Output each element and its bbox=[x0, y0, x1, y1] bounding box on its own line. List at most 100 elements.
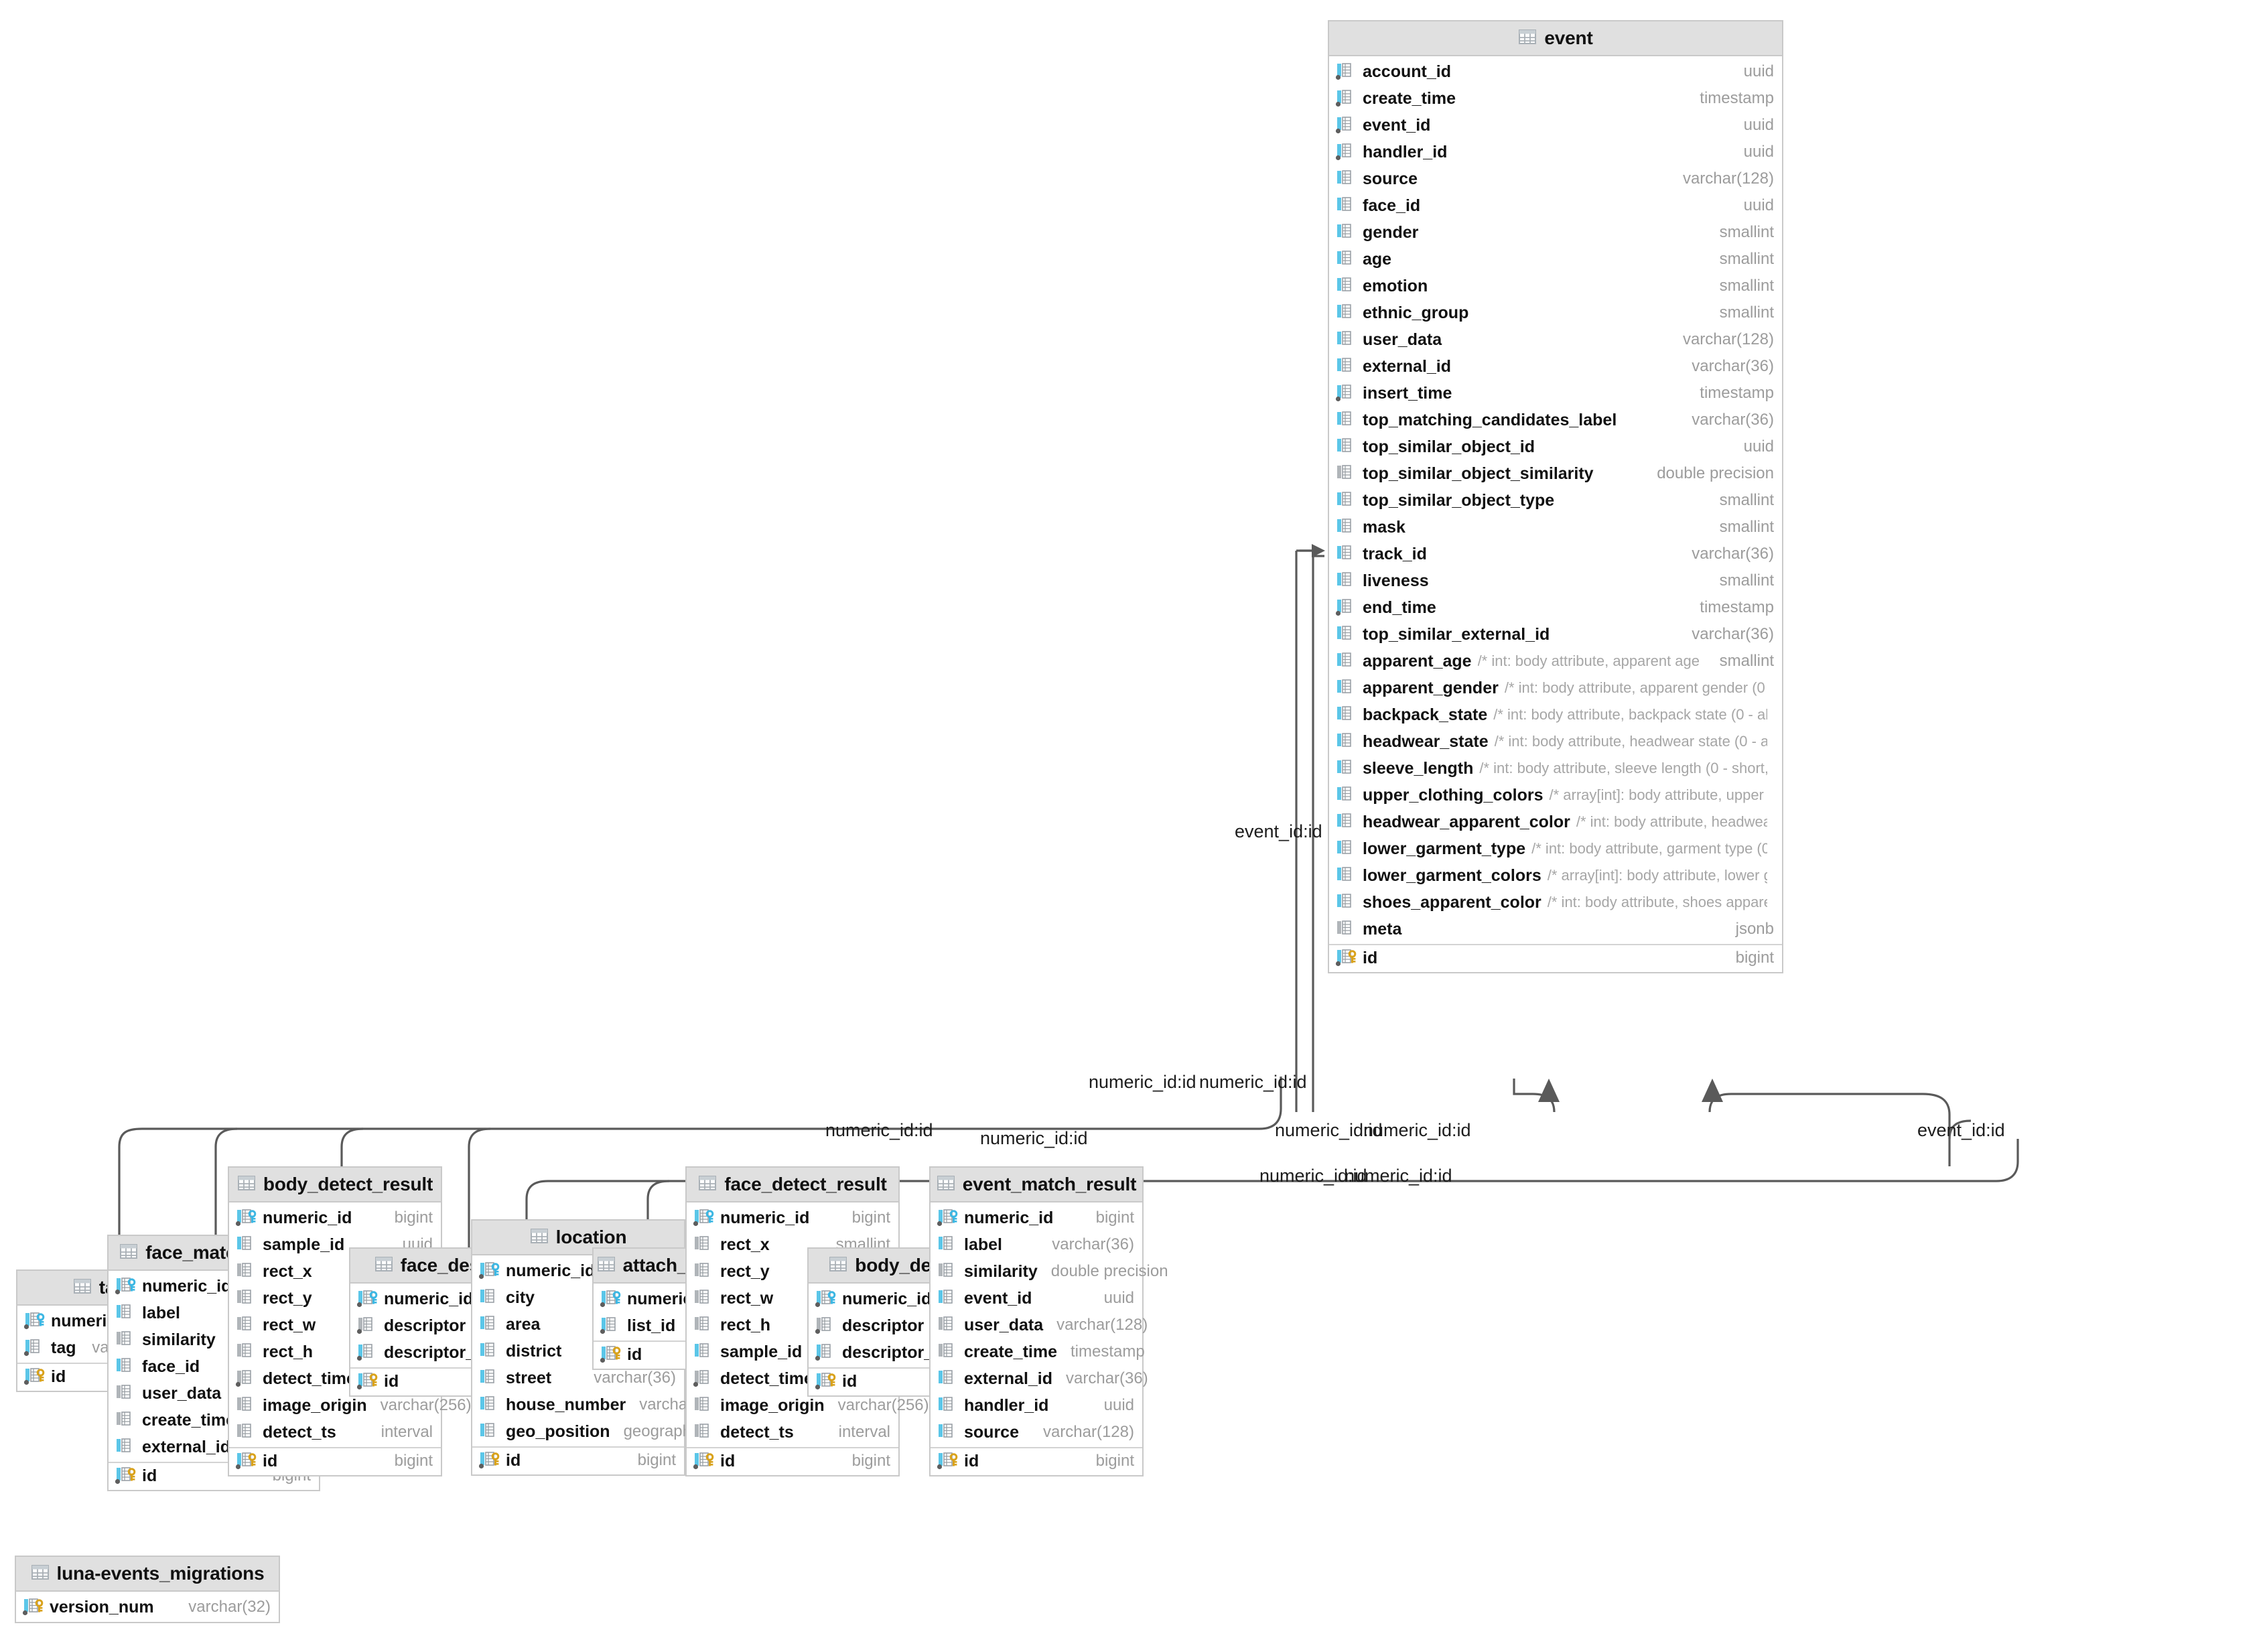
column-row[interactable]: liveness smallint bbox=[1329, 567, 1782, 594]
table-event_match_result[interactable]: event_match_result numeric_id bigint label v… bbox=[929, 1166, 1168, 1476]
column-row[interactable]: end_time timestamp bbox=[1329, 594, 1782, 621]
column-row[interactable]: top_matching_candidates_label varchar(36) bbox=[1329, 407, 1782, 433]
column-row[interactable]: label varchar(36) bbox=[931, 1231, 1142, 1258]
column-row[interactable]: id bigint bbox=[472, 1446, 684, 1473]
column-type: varchar(256) bbox=[837, 1396, 929, 1414]
column-row[interactable]: mask smallint bbox=[1329, 514, 1782, 541]
column-name: headwear_apparent_color bbox=[1363, 812, 1570, 831]
column-row[interactable]: numeric_id bigint bbox=[931, 1204, 1142, 1231]
column-name: rect_y bbox=[263, 1288, 312, 1308]
column-row[interactable]: age smallint bbox=[1329, 246, 1782, 273]
column-row[interactable]: numeric_id bigint bbox=[229, 1204, 441, 1231]
column-row[interactable]: house_number varchar(36) bbox=[472, 1391, 722, 1418]
column-row[interactable]: create_time timestamp bbox=[931, 1338, 1145, 1365]
column-icon bbox=[937, 1395, 959, 1416]
column-type: varchar(36) bbox=[1692, 625, 1774, 643]
column-row[interactable]: handler_id uuid bbox=[931, 1392, 1142, 1419]
column-row[interactable]: account_id uuid bbox=[1329, 58, 1782, 85]
column-row[interactable]: id bigint bbox=[931, 1447, 1142, 1474]
column-row[interactable]: external_id varchar(36) bbox=[1329, 353, 1782, 380]
column-row[interactable]: apparent_gender /* int: body attribute, a… bbox=[1329, 675, 1782, 701]
column-row[interactable]: handler_id uuid bbox=[1329, 139, 1782, 165]
table-header-event[interactable]: event bbox=[1329, 21, 1782, 56]
column-row[interactable]: insert_time timestamp bbox=[1329, 380, 1782, 407]
primary-key-icon bbox=[1335, 948, 1358, 968]
column-type: uuid bbox=[1103, 1289, 1134, 1307]
column-row[interactable]: id bigint bbox=[687, 1447, 898, 1474]
column-row[interactable]: lower_garment_colors /* array[int]: body … bbox=[1329, 862, 1782, 889]
column-icon bbox=[115, 1357, 137, 1377]
column-row[interactable]: headwear_apparent_color /* int: body attr… bbox=[1329, 809, 1782, 835]
column-type: smallint bbox=[1719, 571, 1774, 590]
column-row[interactable]: user_data varchar(128) bbox=[1329, 326, 1782, 353]
foreign-key-icon bbox=[23, 1311, 46, 1331]
column-row[interactable]: source varchar(128) bbox=[931, 1419, 1142, 1446]
column-row[interactable]: shoes_apparent_color /* int: body attribu… bbox=[1329, 889, 1782, 916]
column-icon bbox=[937, 1422, 959, 1442]
column-name: id bbox=[51, 1367, 66, 1386]
column-row[interactable]: similarity double precision bbox=[931, 1258, 1168, 1285]
column-row[interactable]: meta jsonb bbox=[1329, 916, 1782, 943]
column-row[interactable]: event_id uuid bbox=[931, 1285, 1142, 1312]
primary-key-icon bbox=[22, 1597, 45, 1617]
column-icon bbox=[693, 1315, 715, 1335]
column-row[interactable]: id bigint bbox=[229, 1447, 441, 1474]
column-row[interactable]: detect_ts interval bbox=[229, 1419, 441, 1446]
column-row[interactable]: top_similar_object_type smallint bbox=[1329, 487, 1782, 514]
table-header-face_detect_result[interactable]: face_detect_result bbox=[687, 1168, 898, 1202]
column-type: smallint bbox=[1719, 518, 1774, 536]
column-row[interactable]: external_id varchar(36) bbox=[931, 1365, 1148, 1392]
column-name: source bbox=[964, 1422, 1019, 1442]
column-row[interactable]: version_num varchar(32) bbox=[16, 1594, 279, 1621]
column-name: emotion bbox=[1363, 276, 1428, 295]
table-title: face_detect_result bbox=[724, 1174, 887, 1194]
column-row[interactable]: user_data varchar(128) bbox=[931, 1312, 1148, 1338]
column-row[interactable]: emotion smallint bbox=[1329, 273, 1782, 299]
column-row[interactable]: apparent_age /* int: body attribute, appa… bbox=[1329, 648, 1782, 675]
column-row[interactable]: numeric_id bigint bbox=[687, 1204, 898, 1231]
table-icon bbox=[1518, 29, 1537, 48]
column-name: id bbox=[1363, 948, 1378, 967]
table-luna-events_migrations[interactable]: luna-events_migrations version_num varchar… bbox=[15, 1556, 280, 1623]
foreign-key-icon bbox=[815, 1289, 837, 1309]
column-row[interactable]: id bigint bbox=[1329, 944, 1782, 971]
column-row[interactable]: event_id uuid bbox=[1329, 112, 1782, 139]
arrow-head-right bbox=[1702, 1079, 1723, 1102]
column-row[interactable]: create_time timestamp bbox=[1329, 85, 1782, 112]
column-row[interactable]: upper_clothing_colors /* array[int]: body… bbox=[1329, 782, 1782, 809]
column-row[interactable]: source varchar(128) bbox=[1329, 165, 1782, 192]
column-row[interactable]: track_id varchar(36) bbox=[1329, 541, 1782, 567]
column-row[interactable]: gender smallint bbox=[1329, 219, 1782, 246]
column-name: backpack_state bbox=[1363, 705, 1488, 724]
column-comment: /* array[int]: body attribute, lower gar bbox=[1547, 867, 1767, 884]
column-name: numeric_id bbox=[964, 1208, 1054, 1227]
column-icon bbox=[478, 1341, 501, 1361]
column-row[interactable]: ethnic_group smallint bbox=[1329, 299, 1782, 326]
table-header-luna-events_migrations[interactable]: luna-events_migrations bbox=[16, 1557, 279, 1592]
column-row[interactable]: detect_ts interval bbox=[687, 1419, 898, 1446]
column-name: id bbox=[384, 1371, 399, 1391]
column-row[interactable]: backpack_state /* int: body attribute, ba… bbox=[1329, 701, 1782, 728]
column-row[interactable]: lower_garment_type /* int: body attribute… bbox=[1329, 835, 1782, 862]
table-header-event_match_result[interactable]: event_match_result bbox=[931, 1168, 1142, 1202]
column-row[interactable]: sleeve_length /* int: body attribute, sle… bbox=[1329, 755, 1782, 782]
column-row[interactable]: face_id uuid bbox=[1329, 192, 1782, 219]
column-row[interactable]: geo_position geography bbox=[472, 1418, 699, 1445]
table-event[interactable]: event account_id uuid create_time timestamp e… bbox=[1328, 20, 1783, 973]
column-row[interactable]: top_similar_object_similarity double prec… bbox=[1329, 460, 1782, 487]
column-name: rect_x bbox=[720, 1235, 770, 1254]
column-name: id bbox=[627, 1345, 642, 1364]
column-type: smallint bbox=[1719, 277, 1774, 295]
primary-key-icon bbox=[23, 1367, 46, 1387]
table-header-body_detect_result[interactable]: body_detect_result bbox=[229, 1168, 441, 1202]
column-type: timestamp bbox=[1070, 1343, 1145, 1361]
column-row[interactable]: top_similar_external_id varchar(36) bbox=[1329, 621, 1782, 648]
table-icon bbox=[530, 1228, 549, 1247]
column-type: uuid bbox=[1743, 62, 1774, 80]
column-name: detect_time bbox=[720, 1369, 813, 1388]
column-row[interactable]: top_similar_object_id uuid bbox=[1329, 433, 1782, 460]
column-row[interactable]: headwear_state /* int: body attribute, he… bbox=[1329, 728, 1782, 755]
column-name: create_time bbox=[142, 1410, 235, 1430]
column-icon bbox=[1335, 356, 1358, 376]
column-name: rect_x bbox=[263, 1261, 312, 1281]
